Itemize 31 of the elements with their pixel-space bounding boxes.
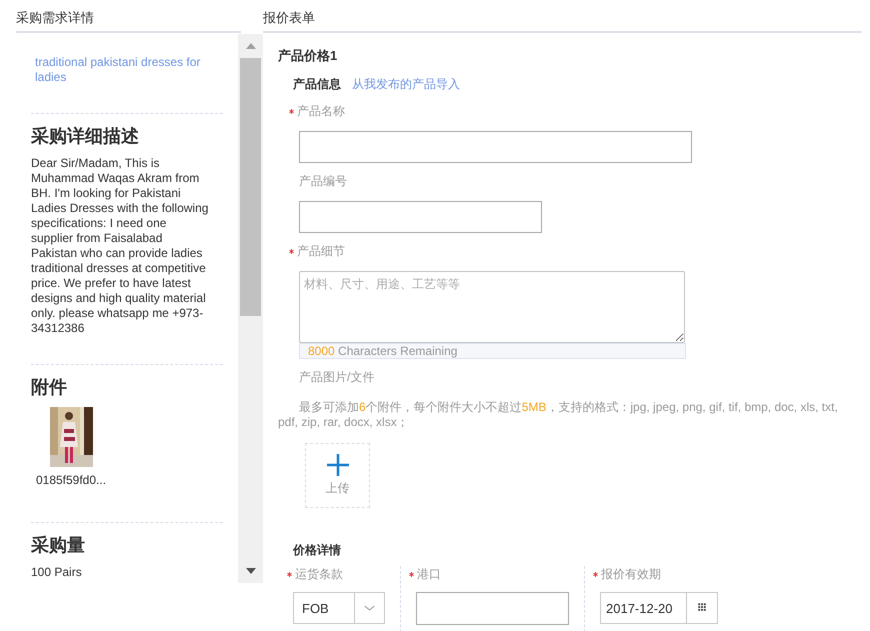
description-text: Dear Sir/Madam, This is Muhammad Waqas Akram from BH. I'm looking for Pakistani Ladies Dresses with the following specifications: I need one supplier from Faisalabad Pakistan who can provide ladies traditional dresses at competitive price. We prefer to have latest designs and high quality material only. please whatsapp me +973-34312386 (31, 156, 210, 336)
panel-title: 采购需求详情 (16, 6, 241, 33)
character-counter: 8000 Characters Remaining (299, 343, 686, 359)
field-label: 产品编号 (299, 172, 347, 190)
field-label: 报价有效期 (601, 566, 661, 583)
date-input[interactable]: 2017-12-20 (600, 592, 686, 624)
port-input[interactable] (416, 592, 569, 625)
field-label: 港口 (417, 566, 441, 583)
calendar-icon[interactable] (686, 592, 718, 624)
panel-title: 报价表单 (263, 6, 862, 33)
file-name[interactable]: 0185f59fd0... (36, 473, 106, 487)
section-heading: 采购详细描述 (31, 125, 140, 148)
text-input[interactable] (299, 131, 692, 163)
section-heading: 附件 (31, 376, 68, 399)
field-label: 产品细节 (297, 242, 345, 260)
text-input[interactable] (299, 201, 542, 233)
plus-icon (326, 454, 348, 476)
scrollbar[interactable] (238, 34, 263, 583)
scroll-down-icon[interactable] (246, 568, 256, 574)
subsection-title: 产品信息 (293, 76, 341, 93)
text-area[interactable]: 材料、尺寸、用途、工艺等等 (299, 271, 685, 343)
field-label: 产品图片/文件 (299, 369, 376, 386)
section-heading: 采购量 (31, 534, 86, 557)
terms-select[interactable]: FOB (293, 592, 385, 624)
upload-hint: 最多可添加6个附件，每个附件大小不超过5MB，支持的格式：jpg, jpeg, png, gif, tif, bmp, doc, xls, txt, pdf, zip, rar, docx, xlsx； (278, 400, 838, 430)
quantity-value: 100 Pairs (31, 565, 83, 579)
field-label: 运货条款 (295, 566, 343, 583)
subsection-title: 价格详情 (293, 543, 341, 557)
scroll-up-icon[interactable] (246, 43, 256, 49)
section-title: 产品价格1 (278, 47, 338, 65)
field-label: 产品名称 (297, 102, 345, 120)
